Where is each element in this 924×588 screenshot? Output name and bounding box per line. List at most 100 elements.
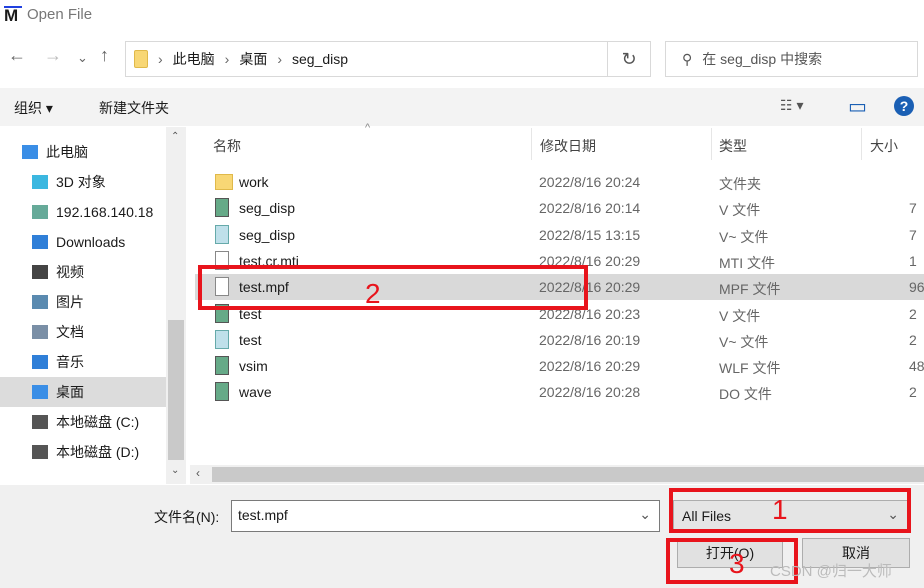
file-name: test: [239, 331, 262, 348]
column-type[interactable]: 类型: [719, 136, 747, 156]
sidebar-item[interactable]: 本地磁盘 (C:): [0, 407, 166, 437]
navigation-pane: 此电脑 3D 对象 192.168.140.18 Downloads 视频图片文档音乐桌…: [0, 127, 188, 484]
download-icon: [32, 235, 48, 249]
help-button[interactable]: ?: [894, 96, 914, 116]
scroll-up-icon[interactable]: ⌃: [171, 131, 179, 142]
file-row[interactable]: test 2022/8/16 20:19 V~ 文件 2: [195, 327, 924, 353]
file-name: vsim: [239, 358, 268, 375]
filename-input[interactable]: test.mpf ⌄: [231, 500, 660, 532]
column-size[interactable]: 大小: [870, 136, 898, 156]
sidebar-item-label: 3D 对象: [56, 174, 106, 190]
sidebar-item-label: 视频: [56, 264, 84, 280]
file-icon: [215, 329, 229, 349]
file-size: 2: [909, 305, 917, 322]
sidebar-item[interactable]: 图片: [0, 287, 166, 317]
title-bar: M Open File: [0, 0, 924, 32]
sidebar-item[interactable]: Downloads: [0, 227, 166, 257]
file-size: 2: [909, 384, 917, 401]
file-name: seg_disp: [239, 226, 296, 243]
search-input[interactable]: ⚲ 在 seg_disp 中搜索: [665, 41, 918, 77]
file-date: 2022/8/16 20:19: [539, 331, 641, 348]
sidebar-item-label: 图片: [56, 294, 84, 310]
breadcrumb-item[interactable]: seg_disp: [292, 51, 348, 67]
chevron-right-icon: ›: [277, 51, 283, 67]
drive-icon: [32, 445, 48, 459]
file-row[interactable]: seg_disp 2022/8/16 20:14 V 文件 7: [195, 195, 924, 221]
watermark: CSDN @归一大师: [770, 563, 892, 580]
scroll-left-icon[interactable]: ‹: [196, 466, 200, 480]
breadcrumb-item[interactable]: 此电脑: [173, 49, 215, 69]
drive-icon: [32, 415, 48, 429]
sidebar-item-label: 文档: [56, 324, 84, 340]
file-type: V~ 文件: [719, 228, 769, 245]
file-type: MPF 文件: [719, 281, 781, 298]
file-size: 7: [909, 200, 917, 217]
file-date: 2022/8/16 20:24: [539, 174, 641, 190]
file-row[interactable]: vsim 2022/8/16 20:29 WLF 文件 48: [195, 353, 924, 379]
column-date[interactable]: 修改日期: [540, 136, 596, 156]
sidebar-item-label: 音乐: [56, 354, 84, 370]
file-size: 96: [909, 279, 924, 296]
back-button[interactable]: ←: [8, 45, 26, 75]
file-type: V 文件: [719, 307, 761, 324]
address-bar[interactable]: › 此电脑 › 桌面 › seg_disp: [125, 41, 651, 77]
file-size: 2: [909, 331, 917, 348]
sidebar-item-label: 本地磁盘 (D:): [56, 444, 140, 460]
sidebar-item[interactable]: 桌面: [0, 377, 166, 407]
sidebar-item-label: 此电脑: [46, 144, 88, 160]
column-name[interactable]: 名称: [213, 136, 241, 156]
sidebar-item[interactable]: 音乐: [0, 347, 166, 377]
sidebar-item[interactable]: 本地磁盘 (D:): [0, 437, 166, 467]
column-headers: 名称 ^ 修改日期 类型 大小: [195, 122, 924, 164]
file-row[interactable]: wave 2022/8/16 20:28 DO 文件 2: [195, 379, 924, 405]
file-icon: [215, 198, 229, 218]
preview-pane-button[interactable]: ▭: [848, 94, 867, 119]
file-name: seg_disp: [239, 200, 296, 217]
breadcrumb-item[interactable]: 桌面: [239, 49, 267, 69]
sidebar-item[interactable]: 3D 对象: [0, 167, 166, 197]
annotation-label-3: 3: [729, 548, 745, 579]
filename-label: 文件名(N):: [154, 509, 220, 525]
file-icon: [215, 224, 229, 244]
sidebar-item[interactable]: 视频: [0, 257, 166, 287]
new-folder-button[interactable]: 新建文件夹: [99, 98, 169, 118]
file-icon: [215, 356, 229, 376]
sidebar-item[interactable]: 192.168.140.18: [0, 197, 166, 227]
recent-locations-button[interactable]: ⌄: [77, 50, 88, 80]
sort-ascending-icon: ^: [365, 122, 371, 134]
music-icon: [32, 355, 48, 369]
file-row[interactable]: work 2022/8/16 20:24 文件夹: [195, 169, 924, 195]
file-name: wave: [239, 384, 272, 401]
file-icon: [215, 382, 229, 402]
computer-icon: [22, 145, 38, 159]
sidebar-item-label: 192.168.140.18: [56, 204, 154, 220]
scroll-down-icon[interactable]: ⌄: [171, 465, 179, 476]
filename-value: test.mpf: [238, 507, 288, 523]
organize-button[interactable]: 组织 ▾: [14, 98, 53, 118]
up-button[interactable]: ↑: [100, 45, 109, 75]
search-icon: ⚲: [682, 50, 693, 67]
sidebar-item[interactable]: 此电脑: [0, 137, 166, 167]
file-size: 48: [909, 358, 924, 375]
file-type: V~ 文件: [719, 333, 769, 350]
file-row[interactable]: seg_disp 2022/8/15 13:15 V~ 文件 7: [195, 222, 924, 248]
picture-icon: [32, 295, 48, 309]
file-type: DO 文件: [719, 386, 772, 403]
file-date: 2022/8/16 20:14: [539, 200, 641, 217]
sidebar-item-label: Downloads: [56, 234, 126, 250]
chevron-down-icon[interactable]: ⌄: [639, 506, 651, 523]
folder-icon: [134, 50, 148, 68]
file-size: 7: [909, 226, 917, 243]
sidebar-item[interactable]: 文档: [0, 317, 166, 347]
window-title: Open File: [27, 6, 93, 23]
refresh-button[interactable]: ↻: [607, 41, 651, 77]
file-name: work: [239, 174, 269, 190]
file-list-scroll-thumb[interactable]: [212, 467, 924, 482]
desktop-icon: [32, 385, 48, 399]
sidebar-scroll-thumb[interactable]: [168, 320, 184, 460]
annotation-box-1: [669, 488, 911, 533]
view-options-button[interactable]: ☷ ▾: [780, 97, 803, 114]
file-type: 文件夹: [719, 176, 761, 192]
video-icon: [32, 265, 48, 279]
forward-button[interactable]: →: [44, 45, 62, 75]
